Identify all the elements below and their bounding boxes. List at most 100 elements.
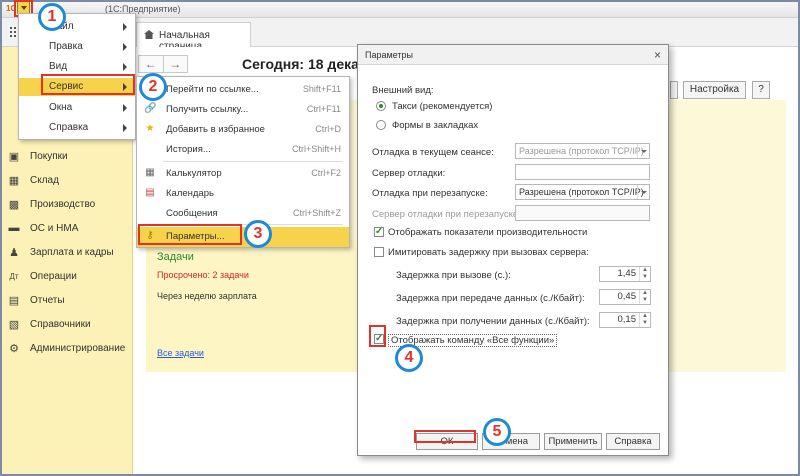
menu-item-label: Окна (49, 102, 73, 113)
menu-item-add-favorite[interactable]: ★ Добавить в избранное Ctrl+D (137, 120, 349, 138)
menu-item-label: Правка (49, 41, 83, 52)
debug-restart-label: Отладка при перезапуске: (372, 188, 488, 199)
help-button[interactable]: ? (752, 81, 770, 99)
warehouse-icon: ▦ (8, 174, 20, 187)
step-marker-5: 5 (483, 418, 511, 446)
menu-item-label: Получить ссылку... (166, 104, 249, 115)
debug-current-value: Разрешена (протокол TCP/IP) (519, 146, 644, 156)
chevron-down-icon (637, 185, 649, 199)
service-submenu: Перейти по ссылке... Shift+F11 🔗 Получит… (136, 76, 350, 248)
radio-taxi[interactable] (376, 101, 386, 111)
sidebar-item-assets[interactable]: ▬ ОС и НМА (8, 221, 79, 235)
delay-send-field[interactable]: 0,45 ▲ ▼ (599, 289, 651, 305)
delay-send-label: Задержка при передаче данных (с./Кбайт): (396, 293, 585, 304)
radio-taxi-label: Такси (рекомендуется) (392, 101, 493, 112)
settings-button[interactable]: Настройка (683, 81, 746, 99)
chevron-right-icon (123, 63, 127, 71)
tasks-title: Задачи (157, 251, 194, 263)
step-marker-4: 4 (395, 344, 423, 372)
menu-item-help[interactable]: Справка (19, 119, 135, 137)
menu-item-go-to-link[interactable]: Перейти по ссылке... Shift+F11 (137, 80, 349, 98)
debug-current-select[interactable]: Разрешена (протокол TCP/IP) (515, 143, 650, 159)
delay-call-label: Задержка при вызове (с.): (396, 270, 511, 281)
step-marker-1: 1 (38, 3, 66, 31)
tasks-next-week: Через неделю зарплата (157, 291, 257, 301)
radio-tabs[interactable] (376, 120, 386, 130)
simulate-delay-checkbox[interactable] (374, 247, 384, 257)
dialog-title: Параметры (365, 50, 413, 60)
debug-restart-server-input[interactable] (515, 205, 650, 221)
debug-current-label: Отладка в текущем сеансе: (372, 147, 494, 158)
sidebar-item-label: Справочники (30, 318, 91, 330)
sidebar-item-label: Администрирование (30, 342, 126, 354)
menu-item-edit[interactable]: Правка (19, 38, 135, 56)
nav-arrows: ← → (138, 55, 188, 73)
assets-icon: ▬ (8, 222, 20, 234)
menu-item-calendar[interactable]: ▤ Календарь (137, 184, 349, 202)
delay-recv-field[interactable]: 0,15 ▲ ▼ (599, 312, 651, 328)
step-marker-3: 3 (244, 220, 272, 248)
operations-icon: Дт (9, 271, 19, 281)
menu-separator (163, 161, 343, 162)
sidebar-item-operations[interactable]: Дт Операции (8, 269, 76, 283)
debug-server-label: Сервер отладки: (372, 168, 446, 179)
highlight-parameters-item (138, 224, 242, 245)
menu-item-shortcut: Ctrl+F2 (311, 168, 341, 178)
calculator-icon: ▦ (145, 167, 155, 178)
sidebar-item-purchases[interactable]: ▣ Покупки (8, 149, 68, 163)
show-perf-checkbox[interactable]: ✓ (374, 227, 384, 237)
step-marker-2: 2 (139, 73, 167, 101)
menu-item-label: Добавить в избранное (166, 124, 265, 135)
radio-tabs-label: Формы в закладках (392, 120, 479, 131)
sidebar-item-production[interactable]: ▩ Производство (8, 197, 95, 211)
menu-item-get-link[interactable]: 🔗 Получить ссылку... Ctrl+F11 (137, 100, 349, 118)
left-edge-button[interactable] (670, 81, 678, 99)
spinner-icon[interactable]: ▲ ▼ (639, 267, 650, 281)
menu-item-file[interactable]: Файл (19, 18, 135, 36)
star-icon: ★ (145, 123, 155, 134)
apply-button[interactable]: Применить (544, 433, 602, 450)
sidebar-item-label: Покупки (30, 150, 68, 162)
menu-item-windows[interactable]: Окна (19, 99, 135, 117)
production-icon: ▩ (8, 198, 20, 211)
sidebar-item-directories[interactable]: ▧ Справочники (8, 317, 91, 331)
menu-item-messages[interactable]: Сообщения Ctrl+Shift+Z (137, 204, 349, 222)
tab-home[interactable]: Начальная страница (136, 22, 251, 52)
simulate-delay-label: Имитировать задержку при вызовах сервера… (388, 247, 589, 258)
nav-forward-button[interactable]: → (164, 56, 188, 72)
help-dialog-button[interactable]: Справка (606, 433, 660, 450)
home-icon (144, 30, 154, 39)
spinner-icon[interactable]: ▲ ▼ (639, 290, 650, 304)
calendar-icon: ▤ (145, 187, 155, 198)
menu-item-calculator[interactable]: ▦ Калькулятор Ctrl+F2 (137, 164, 349, 182)
sidebar-item-label: Склад (30, 174, 59, 186)
menu-item-history[interactable]: История... Ctrl+Shift+H (137, 140, 349, 158)
sidebar-item-warehouse[interactable]: ▦ Склад (8, 173, 59, 187)
sidebar-item-administration[interactable]: ⚙ Администрирование (8, 341, 125, 355)
debug-server-input[interactable] (515, 164, 650, 180)
highlight-ok-button (414, 430, 476, 443)
debug-restart-server-label: Сервер отладки при перезапуске: (372, 209, 521, 220)
debug-restart-select[interactable]: Разрешена (протокол TCP/IP) (515, 184, 650, 200)
spinner-icon[interactable]: ▲ ▼ (639, 313, 650, 327)
sidebar-item-salary[interactable]: ♟ Зарплата и кадры (8, 245, 114, 259)
chevron-right-icon (123, 23, 127, 31)
nav-back-button[interactable]: ← (139, 56, 164, 72)
chevron-right-icon (123, 124, 127, 132)
menu-item-label: Сообщения (166, 208, 218, 219)
parameters-dialog: Параметры × Внешний вид: Такси (рекоменд… (357, 44, 669, 456)
delay-call-field[interactable]: 1,45 ▲ ▼ (599, 266, 651, 282)
menu-item-shortcut: Ctrl+D (315, 124, 341, 134)
menu-item-shortcut: Ctrl+F11 (306, 104, 341, 114)
tasks-overdue[interactable]: Просрочено: 2 задачи (157, 270, 249, 280)
delay-recv-label: Задержка при получении данных (с./Кбайт)… (396, 316, 590, 327)
cart-icon: ▣ (8, 150, 20, 163)
directory-icon: ▧ (8, 318, 20, 331)
all-tasks-link[interactable]: Все задачи (157, 348, 204, 358)
close-icon[interactable]: × (654, 48, 661, 62)
gear-icon: ⚙ (9, 342, 19, 355)
sidebar-item-label: Отчеты (30, 294, 65, 306)
people-icon: ♟ (9, 246, 19, 259)
reports-icon: ▤ (8, 294, 20, 307)
sidebar-item-reports[interactable]: ▤ Отчеты (8, 293, 65, 307)
